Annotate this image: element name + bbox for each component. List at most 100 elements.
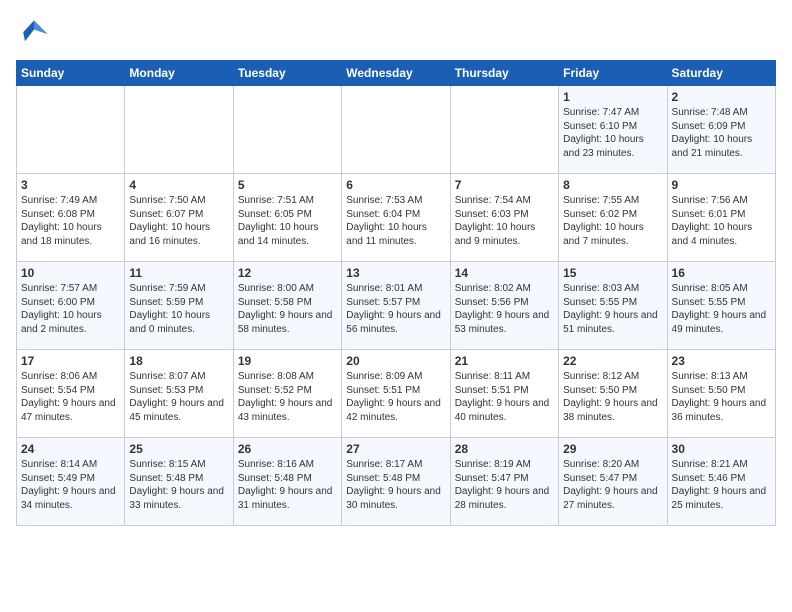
calendar-cell: 23 Sunrise: 8:13 AM Sunset: 5:50 PM Dayli… (667, 350, 775, 438)
day-number: 26 (238, 442, 337, 456)
calendar-cell (17, 86, 125, 174)
calendar-cell: 9 Sunrise: 7:56 AM Sunset: 6:01 PM Daylig… (667, 174, 775, 262)
calendar-cell: 11 Sunrise: 7:59 AM Sunset: 5:59 PM Dayli… (125, 262, 233, 350)
day-info: Sunrise: 8:01 AM Sunset: 5:57 PM Dayligh… (346, 282, 445, 336)
day-number: 25 (129, 442, 228, 456)
logo (16, 16, 56, 52)
day-info: Sunrise: 8:07 AM Sunset: 5:53 PM Dayligh… (129, 370, 228, 424)
day-info: Sunrise: 8:17 AM Sunset: 5:48 PM Dayligh… (346, 458, 445, 512)
day-info: Sunrise: 7:56 AM Sunset: 6:01 PM Dayligh… (672, 194, 771, 248)
day-info: Sunrise: 8:06 AM Sunset: 5:54 PM Dayligh… (21, 370, 120, 424)
day-number: 6 (346, 178, 445, 192)
day-number: 30 (672, 442, 771, 456)
day-number: 23 (672, 354, 771, 368)
calendar-cell (450, 86, 558, 174)
day-header: Sunday (17, 61, 125, 86)
calendar-cell: 7 Sunrise: 7:54 AM Sunset: 6:03 PM Daylig… (450, 174, 558, 262)
calendar-cell (125, 86, 233, 174)
day-number: 9 (672, 178, 771, 192)
day-info: Sunrise: 8:09 AM Sunset: 5:51 PM Dayligh… (346, 370, 445, 424)
day-number: 29 (563, 442, 662, 456)
calendar-cell: 29 Sunrise: 8:20 AM Sunset: 5:47 PM Dayli… (559, 438, 667, 526)
day-number: 17 (21, 354, 120, 368)
day-info: Sunrise: 7:50 AM Sunset: 6:07 PM Dayligh… (129, 194, 228, 248)
calendar-cell: 14 Sunrise: 8:02 AM Sunset: 5:56 PM Dayli… (450, 262, 558, 350)
calendar-cell (342, 86, 450, 174)
calendar-cell: 4 Sunrise: 7:50 AM Sunset: 6:07 PM Daylig… (125, 174, 233, 262)
day-header: Monday (125, 61, 233, 86)
calendar-cell: 15 Sunrise: 8:03 AM Sunset: 5:55 PM Dayli… (559, 262, 667, 350)
logo-icon (16, 16, 52, 52)
day-header: Tuesday (233, 61, 341, 86)
day-info: Sunrise: 8:00 AM Sunset: 5:58 PM Dayligh… (238, 282, 337, 336)
day-number: 27 (346, 442, 445, 456)
day-number: 3 (21, 178, 120, 192)
day-info: Sunrise: 8:02 AM Sunset: 5:56 PM Dayligh… (455, 282, 554, 336)
calendar-cell: 3 Sunrise: 7:49 AM Sunset: 6:08 PM Daylig… (17, 174, 125, 262)
day-number: 19 (238, 354, 337, 368)
day-header: Saturday (667, 61, 775, 86)
day-header: Thursday (450, 61, 558, 86)
calendar-cell: 1Sunrise: 7:47 AM Sunset: 6:10 PM Daylig… (559, 86, 667, 174)
day-info: Sunrise: 8:21 AM Sunset: 5:46 PM Dayligh… (672, 458, 771, 512)
day-number: 8 (563, 178, 662, 192)
day-number: 16 (672, 266, 771, 280)
day-info: Sunrise: 8:11 AM Sunset: 5:51 PM Dayligh… (455, 370, 554, 424)
calendar-cell: 6 Sunrise: 7:53 AM Sunset: 6:04 PM Daylig… (342, 174, 450, 262)
calendar-cell: 25Sunrise: 8:15 AM Sunset: 5:48 PM Dayli… (125, 438, 233, 526)
day-info: Sunrise: 7:48 AM Sunset: 6:09 PM Dayligh… (672, 106, 771, 160)
day-info: Sunrise: 8:03 AM Sunset: 5:55 PM Dayligh… (563, 282, 662, 336)
page-header (16, 16, 776, 52)
day-info: Sunrise: 8:16 AM Sunset: 5:48 PM Dayligh… (238, 458, 337, 512)
day-info: Sunrise: 8:05 AM Sunset: 5:55 PM Dayligh… (672, 282, 771, 336)
calendar-cell: 8 Sunrise: 7:55 AM Sunset: 6:02 PM Daylig… (559, 174, 667, 262)
day-info: Sunrise: 8:13 AM Sunset: 5:50 PM Dayligh… (672, 370, 771, 424)
calendar-cell: 22 Sunrise: 8:12 AM Sunset: 5:50 PM Dayli… (559, 350, 667, 438)
calendar-cell: 27 Sunrise: 8:17 AM Sunset: 5:48 PM Dayli… (342, 438, 450, 526)
day-info: Sunrise: 8:12 AM Sunset: 5:50 PM Dayligh… (563, 370, 662, 424)
calendar-cell: 16 Sunrise: 8:05 AM Sunset: 5:55 PM Dayli… (667, 262, 775, 350)
calendar-cell: 2 Sunrise: 7:48 AM Sunset: 6:09 PM Daylig… (667, 86, 775, 174)
day-info: Sunrise: 8:14 AM Sunset: 5:49 PM Dayligh… (21, 458, 120, 512)
calendar-cell: 24 Sunrise: 8:14 AM Sunset: 5:49 PM Dayli… (17, 438, 125, 526)
day-number: 14 (455, 266, 554, 280)
calendar-cell: 26 Sunrise: 8:16 AM Sunset: 5:48 PM Dayli… (233, 438, 341, 526)
day-number: 7 (455, 178, 554, 192)
calendar-cell: 17 Sunrise: 8:06 AM Sunset: 5:54 PM Dayli… (17, 350, 125, 438)
day-number: 24 (21, 442, 120, 456)
calendar-cell: 18Sunrise: 8:07 AM Sunset: 5:53 PM Dayli… (125, 350, 233, 438)
day-info: Sunrise: 7:55 AM Sunset: 6:02 PM Dayligh… (563, 194, 662, 248)
day-number: 15 (563, 266, 662, 280)
calendar-cell: 20 Sunrise: 8:09 AM Sunset: 5:51 PM Dayli… (342, 350, 450, 438)
day-info: Sunrise: 8:08 AM Sunset: 5:52 PM Dayligh… (238, 370, 337, 424)
day-number: 2 (672, 90, 771, 104)
day-number: 13 (346, 266, 445, 280)
day-header: Wednesday (342, 61, 450, 86)
day-info: Sunrise: 8:20 AM Sunset: 5:47 PM Dayligh… (563, 458, 662, 512)
day-info: Sunrise: 8:19 AM Sunset: 5:47 PM Dayligh… (455, 458, 554, 512)
calendar-cell: 10 Sunrise: 7:57 AM Sunset: 6:00 PM Dayli… (17, 262, 125, 350)
day-number: 10 (21, 266, 120, 280)
day-info: Sunrise: 7:57 AM Sunset: 6:00 PM Dayligh… (21, 282, 120, 336)
day-number: 20 (346, 354, 445, 368)
day-number: 11 (129, 266, 228, 280)
day-info: Sunrise: 7:49 AM Sunset: 6:08 PM Dayligh… (21, 194, 120, 248)
calendar-table: SundayMondayTuesdayWednesdayThursdayFrid… (16, 60, 776, 526)
day-number: 21 (455, 354, 554, 368)
day-info: Sunrise: 7:54 AM Sunset: 6:03 PM Dayligh… (455, 194, 554, 248)
day-number: 4 (129, 178, 228, 192)
day-number: 5 (238, 178, 337, 192)
day-info: Sunrise: 7:51 AM Sunset: 6:05 PM Dayligh… (238, 194, 337, 248)
day-info: Sunrise: 7:59 AM Sunset: 5:59 PM Dayligh… (129, 282, 228, 336)
day-header: Friday (559, 61, 667, 86)
calendar-cell: 21 Sunrise: 8:11 AM Sunset: 5:51 PM Dayli… (450, 350, 558, 438)
calendar-cell: 12Sunrise: 8:00 AM Sunset: 5:58 PM Dayli… (233, 262, 341, 350)
calendar-cell: 5 Sunrise: 7:51 AM Sunset: 6:05 PM Daylig… (233, 174, 341, 262)
day-number: 22 (563, 354, 662, 368)
calendar-cell: 30 Sunrise: 8:21 AM Sunset: 5:46 PM Dayli… (667, 438, 775, 526)
calendar-cell: 28 Sunrise: 8:19 AM Sunset: 5:47 PM Dayli… (450, 438, 558, 526)
day-info: Sunrise: 7:53 AM Sunset: 6:04 PM Dayligh… (346, 194, 445, 248)
calendar-cell: 13 Sunrise: 8:01 AM Sunset: 5:57 PM Dayli… (342, 262, 450, 350)
day-number: 28 (455, 442, 554, 456)
calendar-cell (233, 86, 341, 174)
